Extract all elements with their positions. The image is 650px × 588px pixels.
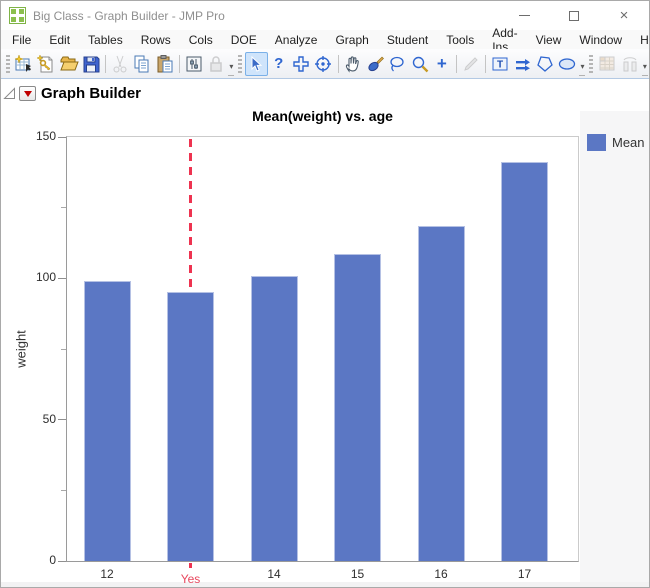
jmp-window: Big Class - Graph Builder - JMP Pro × Fi… [0,0,650,588]
x-axis-tick-label: 14 [267,567,281,581]
lock-icon [205,52,227,76]
y-axis-major-tick [58,419,66,421]
menu-edit[interactable]: Edit [40,31,79,49]
toolbar-grip-2[interactable] [238,54,243,73]
menu-graph[interactable]: Graph [326,31,377,49]
title-bar: Big Class - Graph Builder - JMP Pro × [1,1,649,30]
report-background [580,111,649,583]
columns-window-icon [619,52,641,76]
menu-cols[interactable]: Cols [180,31,222,49]
maximize-icon[interactable] [549,1,599,30]
cut-icon [109,52,131,76]
menu-file[interactable]: File [3,31,40,49]
toolbar-overflow-icon[interactable]: ▾ [228,59,235,76]
y-axis-major-tick [58,560,66,562]
oval-annotation-icon[interactable] [556,52,578,76]
toolbar-overflow-icon-2[interactable]: ▾ [579,59,586,76]
y-axis-tick-label: 50 [42,411,56,426]
save-icon[interactable] [80,52,102,76]
brush-tool-icon[interactable] [364,52,386,76]
bar-age-12[interactable] [83,281,131,561]
outline-header: Graph Builder [3,85,141,102]
reference-axis-tick [189,563,192,568]
preferences-icon[interactable] [183,52,205,76]
jmp-app-icon [9,7,26,24]
bar-age-Yes[interactable] [167,292,214,561]
y-axis-major-tick [58,277,66,279]
legend-label: Mean [612,135,645,150]
y-axis-tick-label: 100 [35,270,56,285]
arrows-annotation-icon[interactable] [512,52,534,76]
hand-tool-icon[interactable] [341,52,363,76]
text-annotation-icon[interactable]: T [489,52,511,76]
polygon-annotation-icon[interactable] [534,52,556,76]
chart-title: Mean(weight) vs. age [252,108,393,124]
new-data-table-icon[interactable] [13,52,35,76]
bar-age-15[interactable] [334,254,381,561]
report-panel: Graph Builder Mean(weight) vs. age weigh… [1,79,649,587]
menu-view[interactable]: View [527,31,571,49]
svg-text:T: T [497,59,503,70]
red-triangle-menu-button[interactable] [19,86,36,101]
data-table-window-icon [596,52,618,76]
open-folder-icon[interactable] [57,52,79,76]
y-axis-minor-tick [61,207,66,209]
window-title: Big Class - Graph Builder - JMP Pro [33,8,225,23]
target-tool-icon[interactable] [312,52,334,76]
plus-tool-icon[interactable]: + [431,52,453,76]
lasso-tool-icon[interactable] [386,52,408,76]
legend-swatch[interactable] [587,134,606,151]
help-icon[interactable]: ? [268,52,290,76]
copy-icon[interactable] [131,52,153,76]
magnifier-tool-icon[interactable] [408,52,430,76]
x-axis-tick-label: 15 [350,567,365,581]
toolbar-grip-3[interactable] [589,54,594,73]
menu-doe[interactable]: DOE [222,31,266,49]
y-axis-label: weight [13,330,29,368]
bar-age-14[interactable] [250,275,298,561]
pencil-icon [460,52,482,76]
toolbar: ▾ ? + T ▾ ▾ [1,49,649,79]
menu-tables[interactable]: Tables [79,31,132,49]
menu-window[interactable]: Window [570,31,631,49]
menu-tools[interactable]: Tools [437,31,483,49]
y-axis-major-tick [58,136,66,138]
collapse-triangle-icon[interactable] [3,87,16,100]
menu-student[interactable]: Student [378,31,437,49]
y-axis-minor-tick [61,348,66,350]
menu-rows[interactable]: Rows [132,31,180,49]
report-background-bottom [1,582,649,587]
toolbar-grip[interactable] [6,54,10,73]
close-icon[interactable]: × [599,1,649,30]
cross-tool-icon[interactable] [290,52,312,76]
x-axis-tick-label: Yes [180,572,201,586]
menu-bar: File Edit Tables Rows Cols DOE Analyze Graph Stu… [1,26,649,54]
new-script-icon[interactable] [35,52,57,76]
arrow-tool-icon[interactable] [245,51,268,76]
menu-analyze[interactable]: Analyze [266,31,327,49]
paste-icon[interactable] [154,52,176,76]
plot-area: weight 0 50 100 150 12 Yes 14 15 16 17 [14,129,579,586]
y-axis-minor-tick [61,489,66,491]
outline-title: Graph Builder [41,85,142,102]
legend: Mean [587,134,645,151]
y-axis-tick-label: 150 [35,129,56,143]
x-axis-tick-label: 12 [100,567,114,581]
x-axis-tick-label: 16 [434,567,448,581]
bar-age-16[interactable] [417,226,465,561]
toolbar-overflow-icon-3[interactable]: ▾ [641,59,648,76]
x-axis-tick-label: 17 [517,567,532,581]
menu-help[interactable]: Help [631,31,649,49]
bar-age-17[interactable] [501,162,548,561]
y-axis-tick-label: 0 [49,553,56,567]
